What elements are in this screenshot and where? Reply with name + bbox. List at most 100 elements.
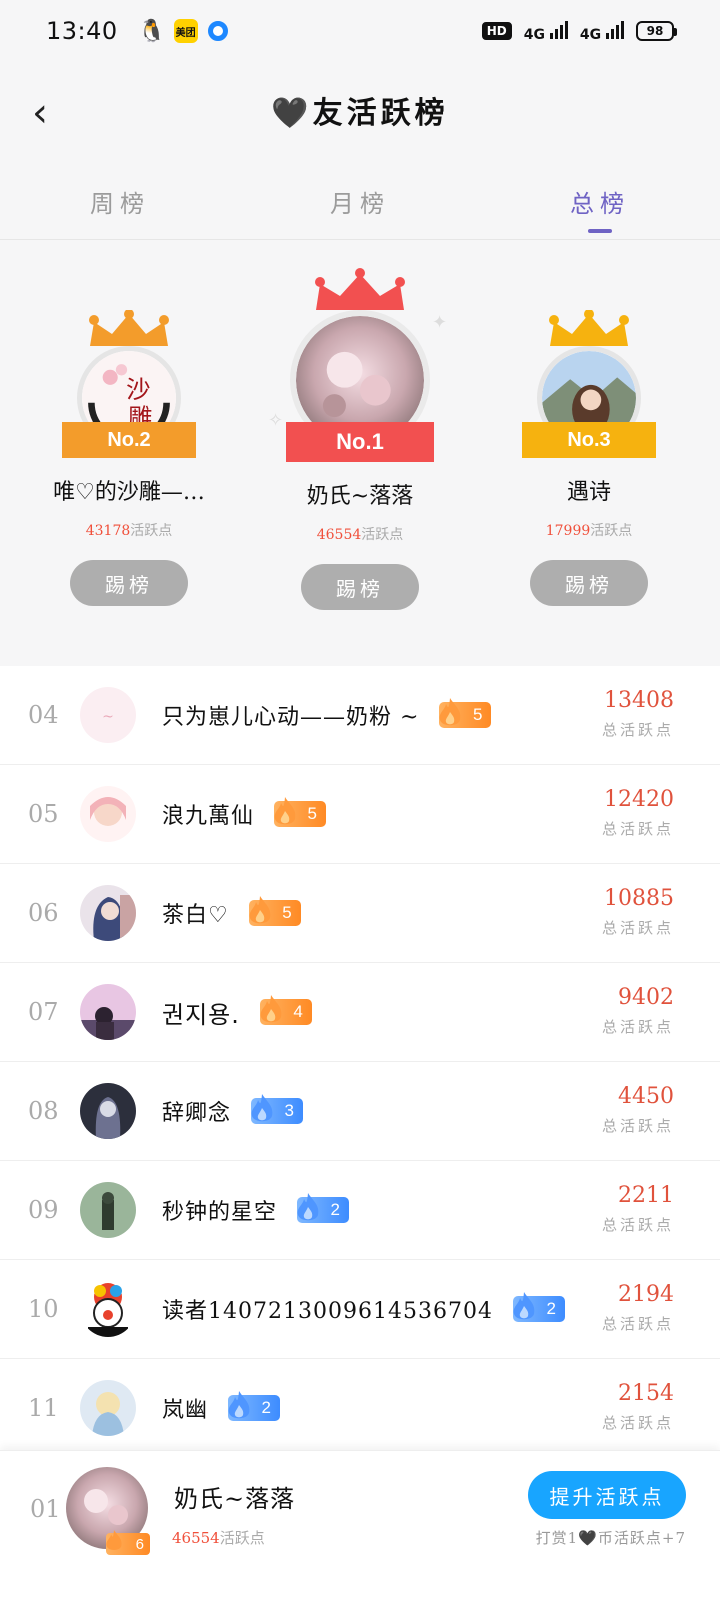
reward-note: 打赏1🖤币活跃点+7 [535, 1529, 686, 1547]
kick-rank-button[interactable]: 踢榜 [530, 560, 648, 606]
rank-number: 11 [28, 1394, 59, 1422]
hd-voice-icon: HD [481, 22, 512, 40]
status-time: 13:40 [46, 17, 118, 45]
flame-icon [249, 896, 271, 924]
user-name: 浪九萬仙 [162, 804, 255, 829]
rank-number: 05 [28, 800, 59, 828]
level-badge: 2 [297, 1193, 350, 1223]
rank-ribbon: No.2 [62, 422, 196, 458]
score: 12420 总活跃点 [601, 787, 674, 838]
list-item[interactable]: 04 ~ 只为崽儿心动——奶粉 ~ 5 13408 总活跃点 [0, 666, 720, 765]
svg-text:~: ~ [102, 709, 114, 725]
podium-name: 唯♡的沙雕—… [53, 480, 205, 505]
podium-second: 沙 雕 No.2 唯♡的沙雕—… 43178活跃点 踢榜 [20, 309, 238, 606]
red-crown-icon [310, 268, 410, 314]
level-badge: 2 [512, 1292, 565, 1322]
rank-ribbon: No.3 [522, 422, 656, 458]
flame-icon [260, 995, 282, 1023]
level-badge: 5 [274, 797, 327, 827]
status-bar: 13:40 🐧 美团 HD 4G 4G 98 [0, 0, 720, 62]
level-badge: 6 [106, 1530, 150, 1555]
signal-icon-1: 4G [524, 19, 568, 43]
battery-icon: 98 [636, 21, 677, 41]
avatar[interactable] [80, 1182, 136, 1238]
level-badge: 5 [248, 896, 301, 926]
my-rank-bar: 01 6 奶氏~落落 46554活跃点 提升活跃点 打赏1🖤币活跃点+7 [0, 1450, 720, 1600]
rank-ribbon: No.1 [286, 422, 434, 462]
tab-monthly[interactable]: 月榜 [240, 164, 480, 239]
my-avatar-wrap: 6 [66, 1467, 150, 1555]
podium-points: 43178活跃点 [85, 523, 173, 539]
my-points: 46554活跃点 [172, 1529, 265, 1547]
flame-icon [106, 1530, 122, 1550]
rank-number: 08 [28, 1097, 59, 1125]
avatar[interactable] [80, 786, 136, 842]
list-item[interactable]: 05 浪九萬仙 5 12420 总活跃点 [0, 765, 720, 864]
flame-icon [228, 1391, 250, 1419]
svg-text:沙: 沙 [126, 375, 150, 404]
score: 13408 总活跃点 [601, 688, 674, 739]
circle-app-icon [207, 21, 228, 41]
user-name: 读者14072130096145367​04 [162, 1299, 493, 1324]
flame-icon [440, 698, 461, 726]
ranking-list: 04 ~ 只为崽儿心动——奶粉 ~ 5 13408 总活跃点 05 浪九萬仙 5 … [0, 666, 720, 1458]
tab-total[interactable]: 总榜 [480, 164, 720, 239]
avatar[interactable] [80, 984, 136, 1040]
list-item[interactable]: 06 茶白♡ 5 10885 总活跃点 [0, 864, 720, 963]
flame-icon [513, 1292, 535, 1320]
score: 2194 总活跃点 [601, 1282, 674, 1333]
avatar[interactable]: ~ [80, 687, 136, 743]
page-title: 🖤友活跃榜 [271, 96, 449, 131]
score: 10885 总活跃点 [601, 886, 674, 937]
list-item[interactable]: 09 秒钟的星空 2 2211 总活跃点 [0, 1161, 720, 1260]
meituan-icon: 美团 [173, 19, 198, 43]
kick-rank-button[interactable]: 踢榜 [301, 564, 419, 610]
signal-icon-2: 4G [580, 19, 624, 43]
my-name: 奶氏~落落 [174, 1485, 296, 1513]
podium-first: No.1 奶氏~落落 46554活跃点 踢榜 [250, 268, 470, 610]
level-badge: 2 [228, 1391, 281, 1421]
rank-number: 04 [28, 701, 59, 729]
gold-crown-icon [544, 309, 634, 350]
tab-weekly[interactable]: 周榜 [0, 164, 240, 239]
user-name: 只为崽儿心动——奶粉 ~ [162, 705, 420, 730]
user-name: 岚幽 [162, 1398, 209, 1423]
podium-third: No.3 遇诗 17999活跃点 踢榜 [480, 309, 698, 606]
list-item[interactable]: 11 岚幽 2 2154 总活跃点 [0, 1359, 720, 1458]
orange-crown-icon [84, 309, 174, 350]
notification-icons: 🐧 美团 [138, 19, 228, 44]
score: 9402 总活跃点 [601, 985, 674, 1036]
level-badge: 4 [259, 995, 312, 1025]
avatar[interactable] [80, 885, 136, 941]
flame-icon [274, 797, 296, 825]
avatar[interactable] [80, 1380, 136, 1436]
boost-activity-button[interactable]: 提升活跃点 [528, 1471, 686, 1519]
list-item[interactable]: 07 권지용. 4 9402 总活跃点 [0, 963, 720, 1062]
podium-points: 46554活跃点 [316, 527, 404, 543]
ranking-tabs: 周榜 月榜 总榜 [0, 164, 720, 240]
podium-points: 17999活跃点 [545, 523, 633, 539]
avatar[interactable] [80, 1083, 136, 1139]
list-item[interactable]: 08 辞卿念 3 4450 总活跃点 [0, 1062, 720, 1161]
page-header: ‹ 🖤友活跃榜 [0, 62, 720, 158]
podium-name: 奶氏~落落 [306, 484, 414, 509]
list-item[interactable]: 10 读者14072130096145367​04 2 2194 总活跃点 [0, 1260, 720, 1359]
kick-rank-button[interactable]: 踢榜 [70, 560, 188, 606]
user-name: 권지용. [162, 1000, 240, 1029]
podium-name: 遇诗 [566, 480, 611, 505]
score: 4450 总活跃点 [601, 1084, 674, 1135]
user-name: 秒钟的星空 [162, 1200, 278, 1225]
chevron-left-icon[interactable]: ‹ [32, 90, 48, 136]
score: 2211 总活跃点 [601, 1183, 674, 1234]
flame-icon [251, 1094, 273, 1122]
level-badge: 5 [439, 698, 492, 728]
rank-number: 07 [28, 998, 59, 1026]
system-icons: HD 4G 4G 98 [481, 19, 677, 43]
top-three-podium: ✦ ✧ 沙 雕 No.2 唯♡的沙雕—… 43178活跃点 踢榜 No.1 奶氏… [0, 240, 720, 665]
level-badge: 3 [251, 1094, 304, 1124]
avatar[interactable] [80, 1281, 136, 1337]
flame-icon [297, 1193, 319, 1221]
user-name: 辞卿念 [162, 1101, 232, 1126]
rank-number: 09 [28, 1196, 59, 1224]
user-name: 茶白♡ [162, 903, 229, 928]
